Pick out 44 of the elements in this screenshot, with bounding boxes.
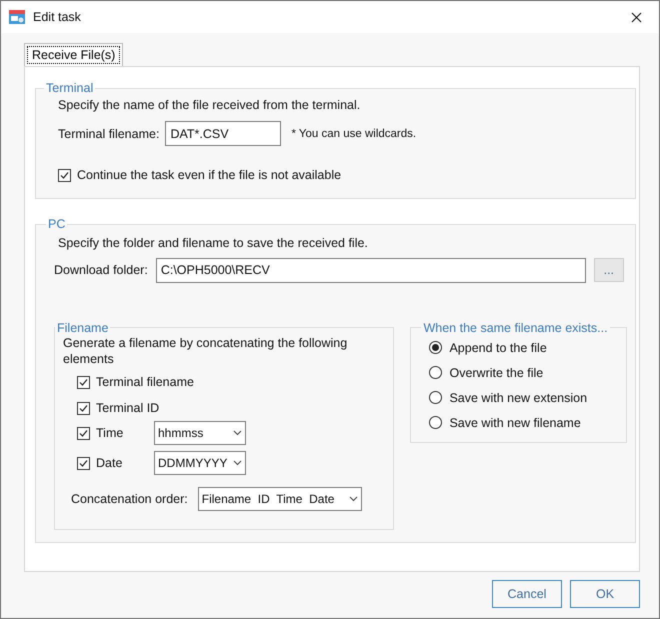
checkbox-label: Date — [96, 456, 124, 470]
description: Generate a filename by concatenating the following elements — [63, 334, 348, 367]
caret-icon — [233, 460, 242, 466]
download-folder-field[interactable]: C:\OPH5000\RECV — [156, 258, 586, 282]
checkbox-label: Time — [96, 426, 124, 440]
checkbox[interactable] — [77, 456, 90, 470]
radio-button[interactable] — [429, 366, 442, 379]
radio-label: Overwrite the file — [449, 366, 544, 380]
concatenation-order-dropdown[interactable]: Filename ID Time Date — [198, 487, 362, 511]
checkbox-label: Continue the task even if the file is not available — [77, 168, 342, 182]
checkbox[interactable] — [77, 402, 90, 414]
group-title: PC — [47, 217, 66, 232]
group-title: Filename — [56, 320, 110, 334]
radio-label: Append to the file — [449, 340, 547, 354]
caret-icon — [348, 496, 358, 502]
field-label: Concatenation order: — [71, 492, 188, 506]
radio-button[interactable] — [429, 391, 442, 404]
terminal-filename-field[interactable]: DAT*.CSV — [165, 121, 282, 146]
radio-label: Save with new extension — [449, 390, 588, 404]
checkbox[interactable] — [77, 426, 90, 440]
field-label: Terminal filename: — [58, 126, 160, 141]
checkbox[interactable] — [58, 168, 71, 182]
checkbox[interactable] — [77, 376, 90, 388]
hint-text: * You can use wildcards. — [291, 128, 416, 140]
close-icon — [630, 12, 642, 22]
caret-icon — [233, 430, 242, 436]
tab[interactable]: Receive File(s) — [24, 43, 124, 66]
radio-button[interactable] — [429, 416, 442, 429]
format-dropdown[interactable]: DDMMYYYY — [154, 451, 246, 475]
description: Specify the name of the file received from the terminal. — [58, 97, 362, 114]
cancel-button[interactable]: Cancel — [492, 580, 562, 608]
ok-button[interactable]: OK — [570, 580, 640, 608]
group-title: When the same filename exists... — [422, 320, 609, 334]
description: Specify the folder and filename to save the received file. — [58, 235, 369, 252]
radio-button[interactable] — [429, 341, 442, 354]
checkbox-label: Terminal ID — [96, 401, 160, 415]
field-label: Download folder: — [54, 263, 148, 277]
window-title: Edit task — [33, 10, 82, 24]
browse-button[interactable]: ... — [594, 258, 624, 282]
radio-label: Save with new filename — [449, 416, 581, 430]
format-dropdown[interactable]: hhmmss — [154, 421, 246, 445]
checkbox-label: Terminal filename — [96, 375, 194, 389]
group-title: Terminal — [45, 81, 94, 95]
app-icon — [9, 9, 25, 25]
